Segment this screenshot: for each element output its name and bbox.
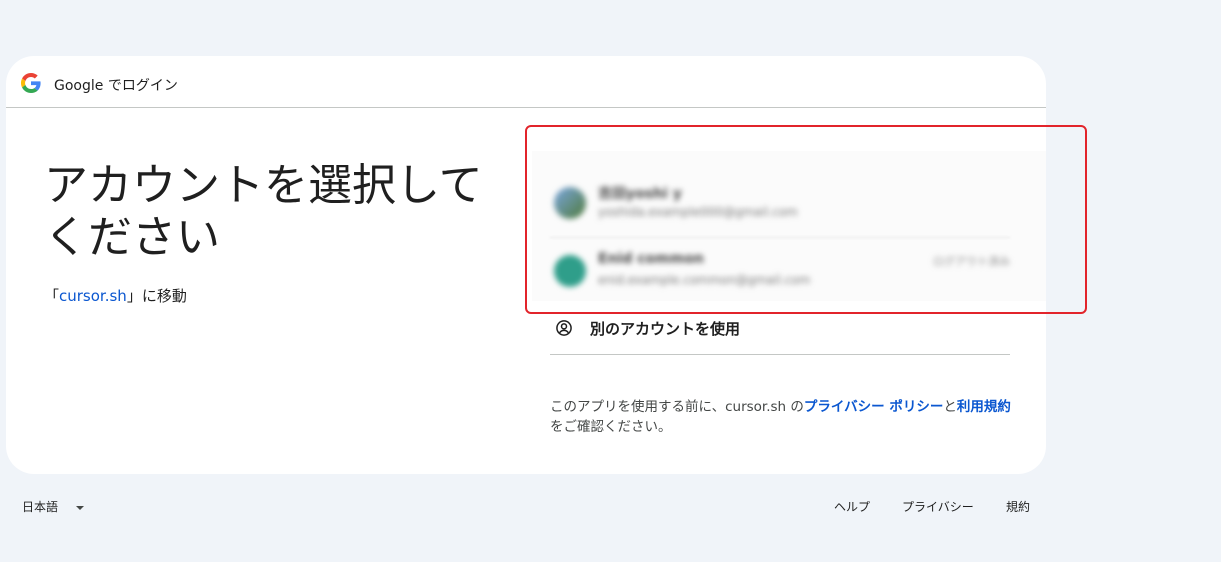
terms-link[interactable]: 利用規約 <box>957 399 1011 415</box>
privacy-text-middle: と <box>943 399 957 415</box>
page-title: アカウントを選択してください <box>44 160 483 263</box>
footer-help-link[interactable]: ヘルプ <box>834 498 870 515</box>
footer-terms-link[interactable]: 規約 <box>1006 498 1030 515</box>
use-another-account-label: 別のアカウントを使用 <box>590 320 741 338</box>
google-logo-icon <box>21 73 41 93</box>
subtitle-prefix: 「 <box>44 287 60 305</box>
privacy-policy-link[interactable]: プライバシー ポリシー <box>804 399 943 415</box>
language-label: 日本語 <box>22 500 59 514</box>
account-circle-icon <box>556 320 572 336</box>
privacy-text-before: このアプリを使用する前に、cursor.sh の <box>550 399 804 415</box>
caret-down-icon <box>76 505 85 510</box>
privacy-text-after: をご確認ください。 <box>550 419 672 435</box>
subtitle: 「cursor.sh」に移動 <box>44 285 187 306</box>
privacy-notice: このアプリを使用する前に、cursor.sh のプライバシー ポリシーと利用規約… <box>550 397 1016 437</box>
header-title: Google でログイン <box>54 78 178 94</box>
highlight-annotation-box <box>525 125 1087 314</box>
cursor-sh-link[interactable]: cursor.sh <box>59 287 127 305</box>
subtitle-suffix: 」に移動 <box>126 287 187 305</box>
language-selector[interactable]: 日本語 <box>22 498 85 515</box>
use-another-account-button[interactable]: 別のアカウントを使用 <box>550 312 1010 355</box>
card-header: Google でログイン <box>6 56 1046 108</box>
footer-privacy-link[interactable]: プライバシー <box>902 498 974 515</box>
